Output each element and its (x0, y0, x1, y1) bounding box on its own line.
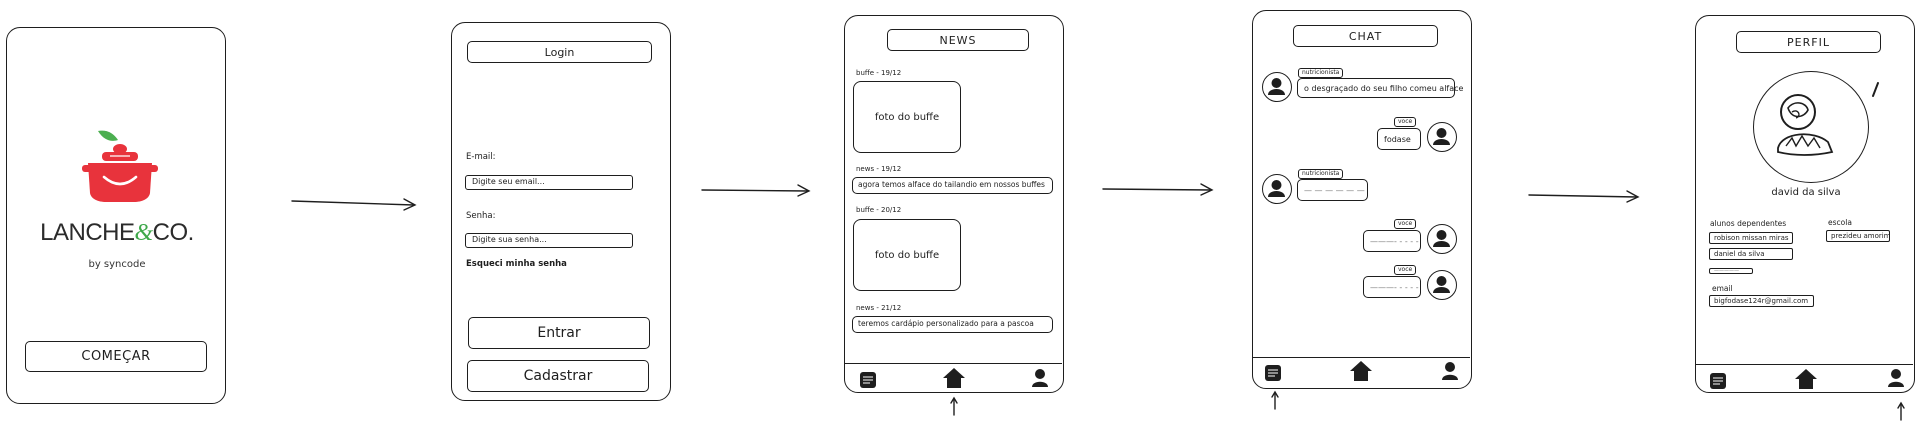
flow-arrows (291, 183, 1905, 421)
flow-arrow-icon (950, 396, 958, 416)
flow-arrow-icon (1897, 401, 1905, 421)
flow-arrow-icon (291, 198, 417, 211)
flow-arrow-icon (1528, 190, 1640, 203)
flow-arrow-icon (1102, 183, 1214, 196)
flow-arrow-icon (701, 184, 811, 197)
flow-arrow-icon (1271, 390, 1279, 410)
